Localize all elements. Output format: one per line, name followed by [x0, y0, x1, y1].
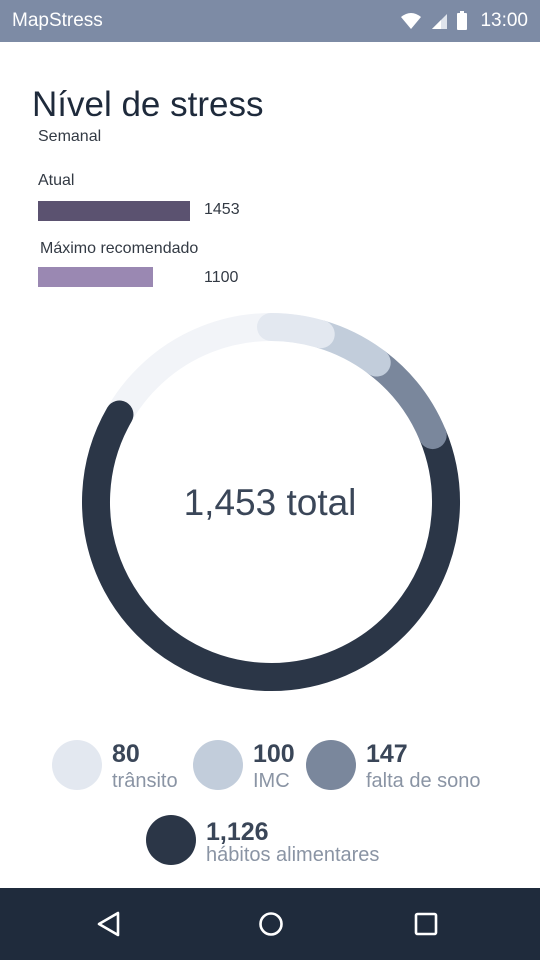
legend-label: IMC [253, 770, 290, 792]
legend-value: 147 [366, 740, 408, 768]
legend-value: 100 [253, 740, 295, 768]
recents-icon[interactable] [410, 908, 442, 940]
legend-value: 1,126 [206, 818, 269, 846]
legend-label: hábitos alimentares [206, 844, 380, 866]
legend-dot [193, 740, 243, 790]
donut-slice-3 [82, 400, 460, 691]
donut-total: 1,453 total [183, 482, 357, 523]
legend-value: 80 [112, 740, 140, 768]
home-icon[interactable] [255, 908, 287, 940]
legend-dot [306, 740, 356, 790]
donut-slice-0 [257, 313, 335, 349]
legend-label: falta de sono [366, 770, 481, 792]
legend-dot [52, 740, 102, 790]
stress-donut-chart [82, 313, 460, 691]
back-icon[interactable] [94, 908, 126, 940]
navigation-bar [0, 888, 540, 960]
legend-dot [146, 815, 196, 865]
legend-label: trânsito [112, 770, 178, 792]
